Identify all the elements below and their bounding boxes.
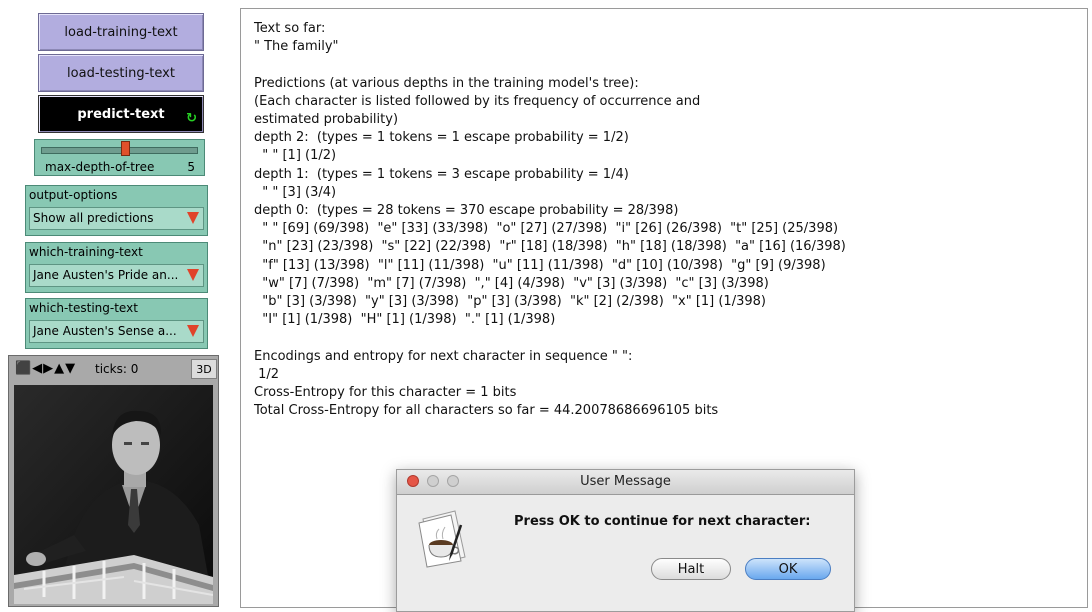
predict-text-button[interactable]: predict-text ↻ [38, 95, 204, 133]
slider-knob[interactable] [121, 141, 130, 156]
dialog-title: User Message [580, 474, 671, 489]
halt-label: Halt [677, 561, 705, 577]
dropdown-arrow-icon[interactable] [187, 212, 199, 224]
java-app-icon [415, 505, 475, 569]
testing-text-dropdown[interactable]: Jane Austen's Sense a... [29, 320, 204, 343]
load-testing-text-label: load-testing-text [67, 65, 175, 81]
slider-name: max-depth-of-tree [45, 160, 155, 174]
chooser-selected: Show all predictions [33, 211, 154, 225]
output-options-dropdown[interactable]: Show all predictions [29, 207, 204, 230]
load-testing-text-button[interactable]: load-testing-text [38, 54, 204, 92]
output-options-chooser[interactable]: output-options Show all predictions [25, 185, 208, 236]
chooser-selected: Jane Austen's Sense a... [33, 324, 177, 338]
3d-button[interactable]: 3D [191, 359, 217, 379]
max-depth-slider[interactable]: max-depth-of-tree 5 [34, 139, 205, 176]
chooser-selected: Jane Austen's Pride an... [33, 268, 179, 282]
view-controls-icon[interactable]: ⬛◀▶▲▼ [15, 361, 76, 376]
output-text: Text so far: " The family" Predictions (… [254, 21, 846, 419]
slider-track[interactable] [41, 147, 198, 154]
dialog-titlebar[interactable]: User Message [397, 470, 854, 495]
ok-label: OK [778, 561, 798, 577]
user-message-dialog: User Message Press OK to continue for ne… [396, 469, 855, 612]
dialog-message: Press OK to continue for next character: [514, 514, 811, 529]
dropdown-arrow-icon[interactable] [187, 269, 199, 281]
training-text-chooser[interactable]: which-training-text Jane Austen's Pride … [25, 242, 208, 293]
chooser-label: which-training-text [29, 245, 143, 259]
chooser-label: which-testing-text [29, 301, 138, 315]
halt-button[interactable]: Halt [651, 558, 731, 580]
ok-button[interactable]: OK [745, 558, 831, 580]
chooser-label: output-options [29, 188, 118, 202]
portrait-image [14, 385, 213, 604]
world-view: ⬛◀▶▲▼ ticks: 0 3D [8, 355, 219, 607]
predict-text-label: predict-text [77, 106, 165, 122]
portrait-svg [14, 385, 213, 604]
testing-text-chooser[interactable]: which-testing-text Jane Austen's Sense a… [25, 298, 208, 349]
load-training-text-label: load-training-text [64, 24, 178, 40]
load-training-text-button[interactable]: load-training-text [38, 13, 204, 51]
ticks-counter: ticks: 0 [95, 362, 139, 376]
training-text-dropdown[interactable]: Jane Austen's Pride an... [29, 264, 204, 287]
slider-value: 5 [187, 160, 195, 174]
forever-loop-icon: ↻ [186, 111, 197, 126]
3d-label: 3D [196, 362, 212, 376]
dropdown-arrow-icon[interactable] [187, 325, 199, 337]
